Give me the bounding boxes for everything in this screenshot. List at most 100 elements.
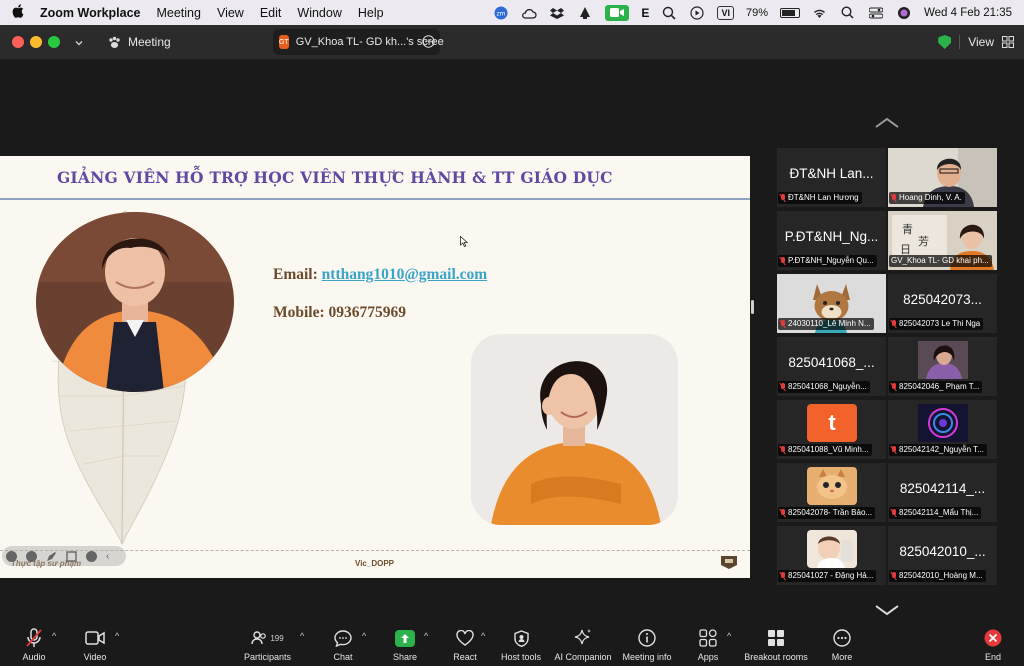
audio-button[interactable]: Audio [20,619,48,666]
tab-meeting[interactable]: Meeting [100,29,179,55]
participant-name-large: P.ĐT&NH_Ng... [784,229,879,244]
participant-tile[interactable]: 825042078- Trần Bảo... [777,463,886,522]
menu-edit[interactable]: Edit [260,6,282,20]
share-button[interactable]: Share [392,619,418,666]
audio-options-caret-icon[interactable]: ^ [52,631,56,641]
participant-label: 825042073 Le Thi Nga [889,318,984,330]
react-button[interactable]: React [452,619,478,666]
menu-view[interactable]: View [217,6,244,20]
search-spotlight-icon[interactable] [840,6,856,20]
participant-label: 825042010_Hoàng M... [889,570,986,582]
security-shield-icon[interactable] [938,35,952,49]
tab-meeting-label: Meeting [128,35,171,49]
chevron-down-icon[interactable] [74,35,84,53]
participant-tile[interactable]: Hoang Dinh, V. A. [888,148,997,207]
react-options-caret-icon[interactable]: ^ [481,631,485,641]
siri-icon[interactable] [896,6,912,20]
slide-more-icon[interactable] [86,550,97,562]
gallery-scroll-up-icon[interactable] [874,116,900,130]
participant-avatar-photo [918,341,968,379]
zoom-window-button[interactable] [48,36,60,48]
chat-button[interactable]: Chat [330,619,356,666]
participant-tile-active-speaker[interactable]: 青 芳 日 GV_Khoa TL- GD khai ph... [888,211,997,270]
input-source-indicator[interactable]: VI [717,5,734,20]
end-label: End [984,652,1001,662]
apps-icon [699,629,717,647]
participant-name: 825042114_Mẩu Thị... [899,508,979,517]
participant-label: Hoang Dinh, V. A. [889,192,965,204]
more-button[interactable]: More [829,619,855,666]
tab-screen-share[interactable]: GT GV_Khoa TL- GD kh...'s scree [273,29,444,55]
app-name-menu[interactable]: Zoom Workplace [40,6,140,20]
participant-name: 24030110_Lê Minh N... [788,319,871,328]
participant-gallery: ĐT&NH Lan... ĐT&NH Lan Hương Hoang Dinh,… [777,148,999,586]
play-status-icon[interactable] [689,5,705,20]
control-center-icon[interactable] [868,6,884,20]
wifi-icon[interactable] [812,6,828,20]
menu-help[interactable]: Help [358,6,384,20]
macos-menu-bar: Zoom Workplace Meeting View Edit Window … [0,0,1024,25]
participant-tile[interactable]: 825042046_ Phạm T... [888,337,997,396]
menu-bar-clock[interactable]: Wed 4 Feb 21:35 [924,7,1012,19]
university-logo-icon [721,556,737,569]
participant-label: 825041027 - Đặng Hả... [778,570,877,582]
apps-options-caret-icon[interactable]: ^ [727,631,731,641]
participant-name: GV_Khoa TL- GD khai ph... [891,256,989,265]
ai-sparkle-icon [574,629,591,645]
battery-icon[interactable] [779,7,800,18]
participant-tile[interactable]: ĐT&NH Lan... ĐT&NH Lan Hương [777,148,886,207]
view-grid-icon[interactable] [1002,36,1014,48]
magnifier-status-icon[interactable] [661,6,677,20]
apple-menu-icon[interactable] [12,4,26,21]
participants-count: 199 [270,633,284,643]
split-view-resize-handle[interactable] [751,300,754,314]
meeting-info-button[interactable]: Meeting info [620,619,674,666]
close-window-button[interactable] [12,36,24,48]
shared-screen-slide[interactable]: GIẢNG VIÊN HỖ TRỢ HỌC VIÊN THỰC HÀNH & T… [0,156,750,578]
participant-tile[interactable]: 825042010_... 825042010_Hoàng M... [888,526,997,585]
ai-companion-button[interactable]: AI Companion [552,619,614,666]
participants-label: Participants [243,652,292,662]
end-meeting-icon [984,629,1002,647]
participant-tile[interactable]: 825042142_Nguyễn T... [888,400,997,459]
participant-tile[interactable]: 825041027 - Đặng Hả... [777,526,886,585]
participants-options-caret-icon[interactable]: ^ [300,631,304,641]
participants-button[interactable]: 199 Participants [240,619,295,666]
zoom-video-status-icon[interactable] [605,4,630,21]
mic-muted-icon [891,446,897,454]
participant-label: ĐT&NH Lan Hương [778,192,862,204]
host-tools-button[interactable]: Host tools [498,619,544,666]
bell-status-icon[interactable] [577,6,593,20]
apps-button[interactable]: Apps [694,619,722,666]
share-options-caret-icon[interactable]: ^ [424,631,428,641]
minimize-window-button[interactable] [30,36,42,48]
view-button[interactable]: View [968,35,994,49]
chat-options-caret-icon[interactable]: ^ [362,631,366,641]
dropbox-icon[interactable] [549,6,565,20]
video-options-caret-icon[interactable]: ^ [115,631,119,641]
participant-tile[interactable]: 825041068_... 825041068_Nguyễn... [777,337,886,396]
email-link[interactable]: ntthang1010@gmail.com [322,266,488,283]
participant-label: P.ĐT&NH_Nguyễn Qu... [778,255,877,267]
breakout-rooms-button[interactable]: Breakout rooms [743,619,809,666]
participant-tile[interactable]: t 825041088_Vũ Minh... [777,400,886,459]
participant-tile[interactable]: P.ĐT&NH_Ng... P.ĐT&NH_Nguyễn Qu... [777,211,886,270]
participant-tile[interactable]: 24030110_Lê Minh N... [777,274,886,333]
zoom-status-icon[interactable]: zm [493,6,509,20]
menu-meeting[interactable]: Meeting [156,6,200,20]
next-slide-icon[interactable] [26,550,37,562]
zoom-slide-icon[interactable] [66,550,77,562]
prev-slide-icon[interactable] [6,550,17,562]
end-meeting-button[interactable]: End [981,619,1005,666]
participant-tile[interactable]: 825042114_... 825042114_Mẩu Thị... [888,463,997,522]
keyboard-e-indicator[interactable]: E [641,6,649,20]
video-button[interactable]: Video [80,619,110,666]
gallery-scroll-down-icon[interactable] [874,603,900,617]
more-options-icon[interactable] [422,35,435,48]
pen-icon[interactable] [46,551,57,562]
view-control[interactable]: View [938,35,1014,49]
menu-window[interactable]: Window [297,6,341,20]
participant-tile[interactable]: 825042073... 825042073 Le Thi Nga [888,274,997,333]
collapse-toolbar-icon[interactable]: ‹ [106,551,109,562]
cloud-sync-icon[interactable] [521,6,537,20]
